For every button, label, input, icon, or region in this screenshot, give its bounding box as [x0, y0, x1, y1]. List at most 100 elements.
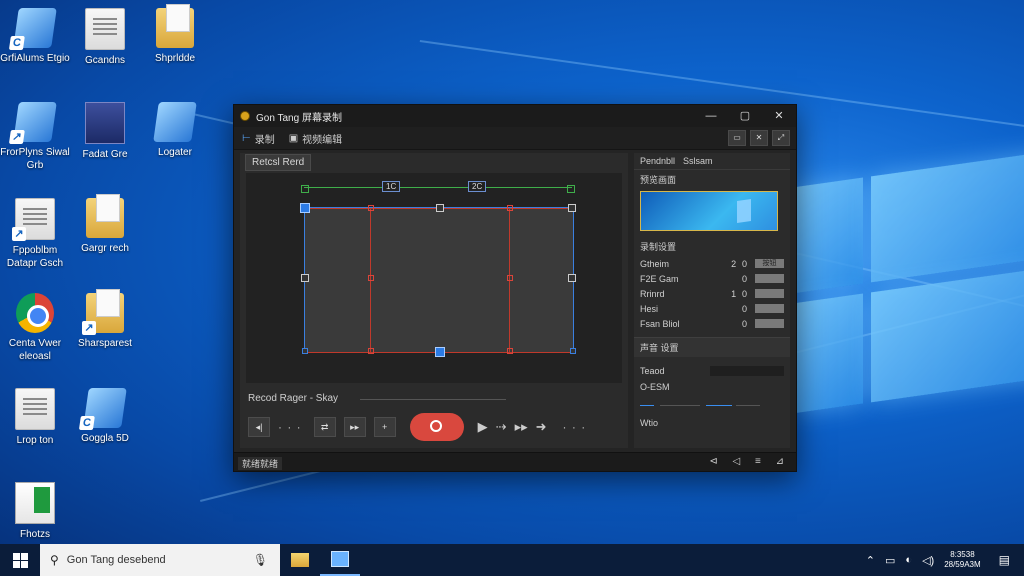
desktop-icon[interactable]: ↗ Fppoblbm Datapr Gsch [0, 198, 70, 270]
desktop-icon[interactable]: Fhotzs [0, 482, 70, 541]
screen-icon[interactable]: ▭ [728, 130, 746, 146]
show-hidden-icon[interactable]: ⌃ [866, 554, 875, 567]
resize-handle[interactable] [507, 275, 513, 281]
skip-icon[interactable]: ▸▸ [343, 417, 366, 437]
start-button[interactable] [0, 544, 40, 576]
resize-handle[interactable] [507, 348, 513, 354]
range-track[interactable] [360, 399, 506, 400]
play-icon[interactable]: ▶ [478, 419, 488, 435]
property-button[interactable] [754, 304, 784, 313]
forward-icon[interactable]: ➜ [536, 419, 547, 435]
media-app-icon [85, 102, 125, 144]
desktop-icon[interactable]: ↗ Sharsparest [70, 289, 140, 350]
desktop-icon[interactable]: Shprldde [140, 4, 210, 65]
clock[interactable]: 8:3538 28/59A3M [944, 550, 980, 570]
resize-handle[interactable] [368, 348, 374, 354]
search-text: Gon Tang desebend [66, 554, 166, 566]
desktop-icon[interactable]: Centa Vwer eleoasl [0, 293, 70, 363]
preview-label: 预览画面 [640, 175, 677, 185]
desktop-icon-label: Logater [158, 147, 192, 158]
maximize-button[interactable]: ▢ [728, 105, 762, 127]
desktop-icon-label: Goggla 5D [81, 433, 129, 444]
property-dropdown[interactable]: 按钮 [754, 259, 784, 268]
capture-canvas[interactable]: 1C 2C [246, 173, 622, 383]
window-title: Gon Tang 屏幕录制 [256, 112, 342, 124]
property-row: Fsan Bliol 0 [634, 316, 790, 331]
more-icon[interactable]: · · · [278, 420, 302, 434]
network-icon[interactable]: ◐ [905, 554, 912, 566]
desktop-icon[interactable]: Gargr rech [70, 194, 140, 255]
desktop-icon-label: Fppoblbm Datapr Gsch [6, 245, 64, 269]
text-file-icon [85, 8, 125, 50]
taskbar-recorder[interactable] [320, 544, 360, 576]
tab-edit[interactable]: ▣ 视频编辑 [289, 131, 342, 146]
capture-selection[interactable] [300, 203, 576, 357]
shortcut-app-icon [153, 102, 197, 142]
resize-handle[interactable] [301, 274, 309, 282]
property-name: Gtheim [640, 258, 670, 269]
notification-icon[interactable]: ▤ [999, 553, 1010, 567]
property-value: 0 [741, 318, 747, 329]
property-value[interactable]: 2 [700, 259, 736, 269]
range-label: Recod Rager - Skay [248, 393, 339, 404]
property-name: Rrinrd [640, 288, 665, 299]
tab-edit-label: 视频编辑 [302, 134, 343, 146]
trim-icon[interactable]: ⇄ [313, 417, 336, 437]
property-button[interactable] [754, 319, 784, 328]
taskbar-file-explorer[interactable] [280, 544, 320, 576]
tab-preview[interactable]: Pendnbll [640, 156, 675, 166]
text-file-icon: ↗ [12, 198, 55, 241]
next-frame-icon[interactable]: + [373, 417, 396, 437]
resize-handle[interactable] [368, 205, 374, 211]
audio-device-field[interactable] [710, 366, 784, 376]
property-row: Gtheim 2 0 按钮 [634, 256, 790, 271]
resize-handle[interactable] [368, 275, 374, 281]
edit-icon: ▣ [288, 132, 299, 144]
area-label[interactable]: Retcsl Rerd [245, 154, 312, 171]
resize-handle[interactable] [568, 274, 576, 282]
desktop-icon[interactable]: Fadat Gre [70, 102, 140, 161]
desktop-icon[interactable]: ↗ FrorPlyns Siwal Grb [0, 102, 70, 172]
battery-icon[interactable]: ▭ [885, 554, 895, 567]
status-text: 就绪就绪 [238, 457, 283, 470]
taskbar-search[interactable]: ⚲ Gon Tang desebend 🎙 [40, 544, 280, 576]
resize-handle[interactable] [435, 347, 445, 357]
prev-icon[interactable]: ◂| [248, 417, 270, 437]
resize-handle[interactable] [568, 204, 576, 212]
status-icons[interactable]: ⊲ ◁ ≡ ⊿ [709, 456, 790, 467]
settings-panel: Pendnbll Sslsam 预览画面 录制设置 Gtheim 2 0 按钮 … [634, 153, 790, 448]
volume-icon[interactable]: ◁) [922, 554, 934, 567]
property-button[interactable] [754, 274, 784, 283]
minimize-button[interactable]: — [694, 105, 728, 127]
tab-record[interactable]: ⊢ 录制 [242, 131, 275, 146]
property-button[interactable] [754, 289, 784, 298]
resize-handle[interactable] [570, 348, 576, 354]
volume-slider[interactable] [640, 399, 784, 411]
desktop-icon[interactable]: Lrop ton [0, 388, 70, 447]
step-icon[interactable]: ⇢ [496, 419, 507, 435]
audio-section-header[interactable]: 声音 设置 [634, 337, 790, 357]
record-button[interactable] [409, 413, 464, 441]
close-button[interactable]: ✕ [762, 105, 796, 127]
desktop-icon[interactable]: Logater [140, 102, 210, 159]
settings-icon[interactable]: ✕ [750, 130, 768, 146]
audio-row: Wtio [634, 415, 790, 431]
desktop-icon[interactable]: Gcandns [70, 8, 140, 67]
tab-system[interactable]: Sslsam [683, 156, 713, 166]
microphone-icon[interactable]: 🎙 [253, 553, 268, 567]
ruler-tag: 2C [468, 181, 487, 192]
resize-handle[interactable] [507, 205, 513, 211]
desktop-icon[interactable]: C GrfiAlums Etgio [0, 8, 70, 65]
spreadsheet-icon [15, 482, 55, 524]
app-logo-icon [240, 111, 250, 121]
window-titlebar[interactable]: Gon Tang 屏幕录制 — ▢ ✕ [234, 105, 796, 127]
resize-handle[interactable] [300, 203, 310, 213]
more-icon[interactable]: · · · [563, 420, 587, 434]
resize-handle[interactable] [302, 348, 308, 354]
fast-forward-icon[interactable]: ▸▸ [515, 419, 528, 435]
capture-panel: Retcsl Rerd 1C 2C Recod Rager - Skay ◂| … [240, 153, 628, 448]
share-icon[interactable]: ⤢ [772, 130, 790, 146]
desktop-icon[interactable]: C Goggla 5D [70, 388, 140, 445]
property-value[interactable]: 1 [700, 289, 736, 299]
resize-handle[interactable] [436, 204, 444, 212]
